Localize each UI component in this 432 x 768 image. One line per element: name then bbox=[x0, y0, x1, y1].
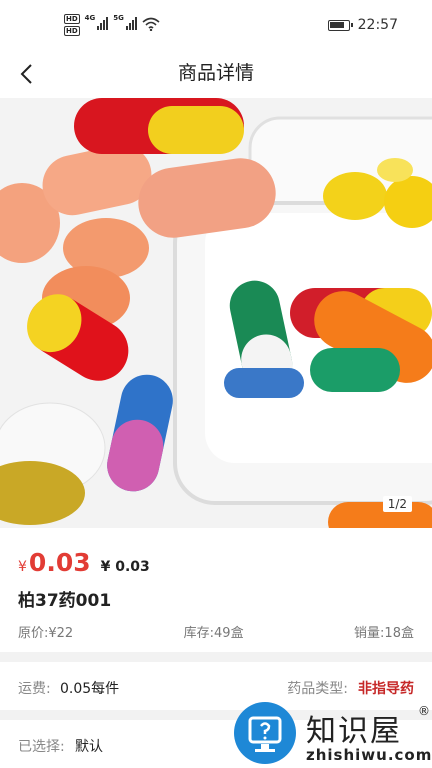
drug-type-label: 药品类型: bbox=[287, 681, 348, 697]
watermark-url: zhishiwu.com bbox=[306, 746, 432, 764]
signal-4g-icon: 4G bbox=[85, 14, 109, 30]
watermark-registered: ® bbox=[418, 704, 430, 718]
signal-5g-icon: 5G bbox=[113, 14, 137, 30]
network-label-5g: 5G bbox=[113, 14, 124, 22]
product-meta: 原价:¥22 库存:49盒 销量:18盒 bbox=[18, 622, 414, 641]
network-label-4g: 4G bbox=[84, 14, 96, 22]
current-price: 0.03 bbox=[28, 548, 91, 577]
status-right: 22:57 bbox=[327, 17, 398, 33]
selection-value: 默认 bbox=[75, 739, 103, 755]
shipping-label: 运费: bbox=[18, 681, 51, 697]
currency-symbol: ¥ bbox=[18, 559, 27, 575]
page-title: 商品详情 bbox=[177, 62, 254, 84]
question-monitor-icon bbox=[248, 716, 282, 752]
product-info-card: ¥ 0.03 ¥ 0.03 柏37药001 原价:¥22 库存:49盒 销量:1… bbox=[0, 528, 432, 652]
battery-icon bbox=[327, 19, 353, 31]
stock-count: 库存:49盒 bbox=[183, 626, 244, 641]
selection-label: 已选择: bbox=[18, 739, 65, 755]
status-bar: HD HD 4G 5G 22:57 bbox=[0, 0, 432, 52]
price-row: ¥ 0.03 ¥ 0.03 bbox=[18, 548, 150, 577]
product-name: 柏37药001 bbox=[18, 591, 112, 611]
hd-badge: HD bbox=[64, 14, 80, 24]
drug-type-value: 非指导药 bbox=[358, 681, 414, 697]
product-image-carousel[interactable]: 1/2 bbox=[0, 98, 432, 528]
product-detail-screen: HD HD 4G 5G 22:57 商品详情 1/2 ¥ 0.03 ¥ 0.03… bbox=[0, 0, 432, 768]
sales-count: 销量:18盒 bbox=[354, 626, 414, 641]
image-pager: 1/2 bbox=[382, 496, 412, 512]
zhishiwu-watermark: 知识屋 ® zhishiwu.com bbox=[234, 700, 432, 766]
original-price: 原价:¥22 bbox=[18, 626, 74, 641]
secondary-price: ¥ 0.03 bbox=[100, 559, 150, 575]
hd-badge: HD bbox=[64, 26, 80, 36]
watermark-logo bbox=[234, 702, 296, 764]
nav-header: 商品详情 bbox=[0, 52, 432, 98]
shipping-value: 0.05每件 bbox=[60, 681, 120, 697]
watermark-title: 知识屋 bbox=[306, 714, 402, 749]
wifi-icon bbox=[142, 17, 160, 31]
pills-product-image bbox=[0, 98, 432, 528]
clock: 22:57 bbox=[357, 17, 398, 33]
status-left-icons: HD HD 4G 5G bbox=[64, 14, 160, 36]
hd-indicators: HD HD bbox=[64, 14, 80, 36]
